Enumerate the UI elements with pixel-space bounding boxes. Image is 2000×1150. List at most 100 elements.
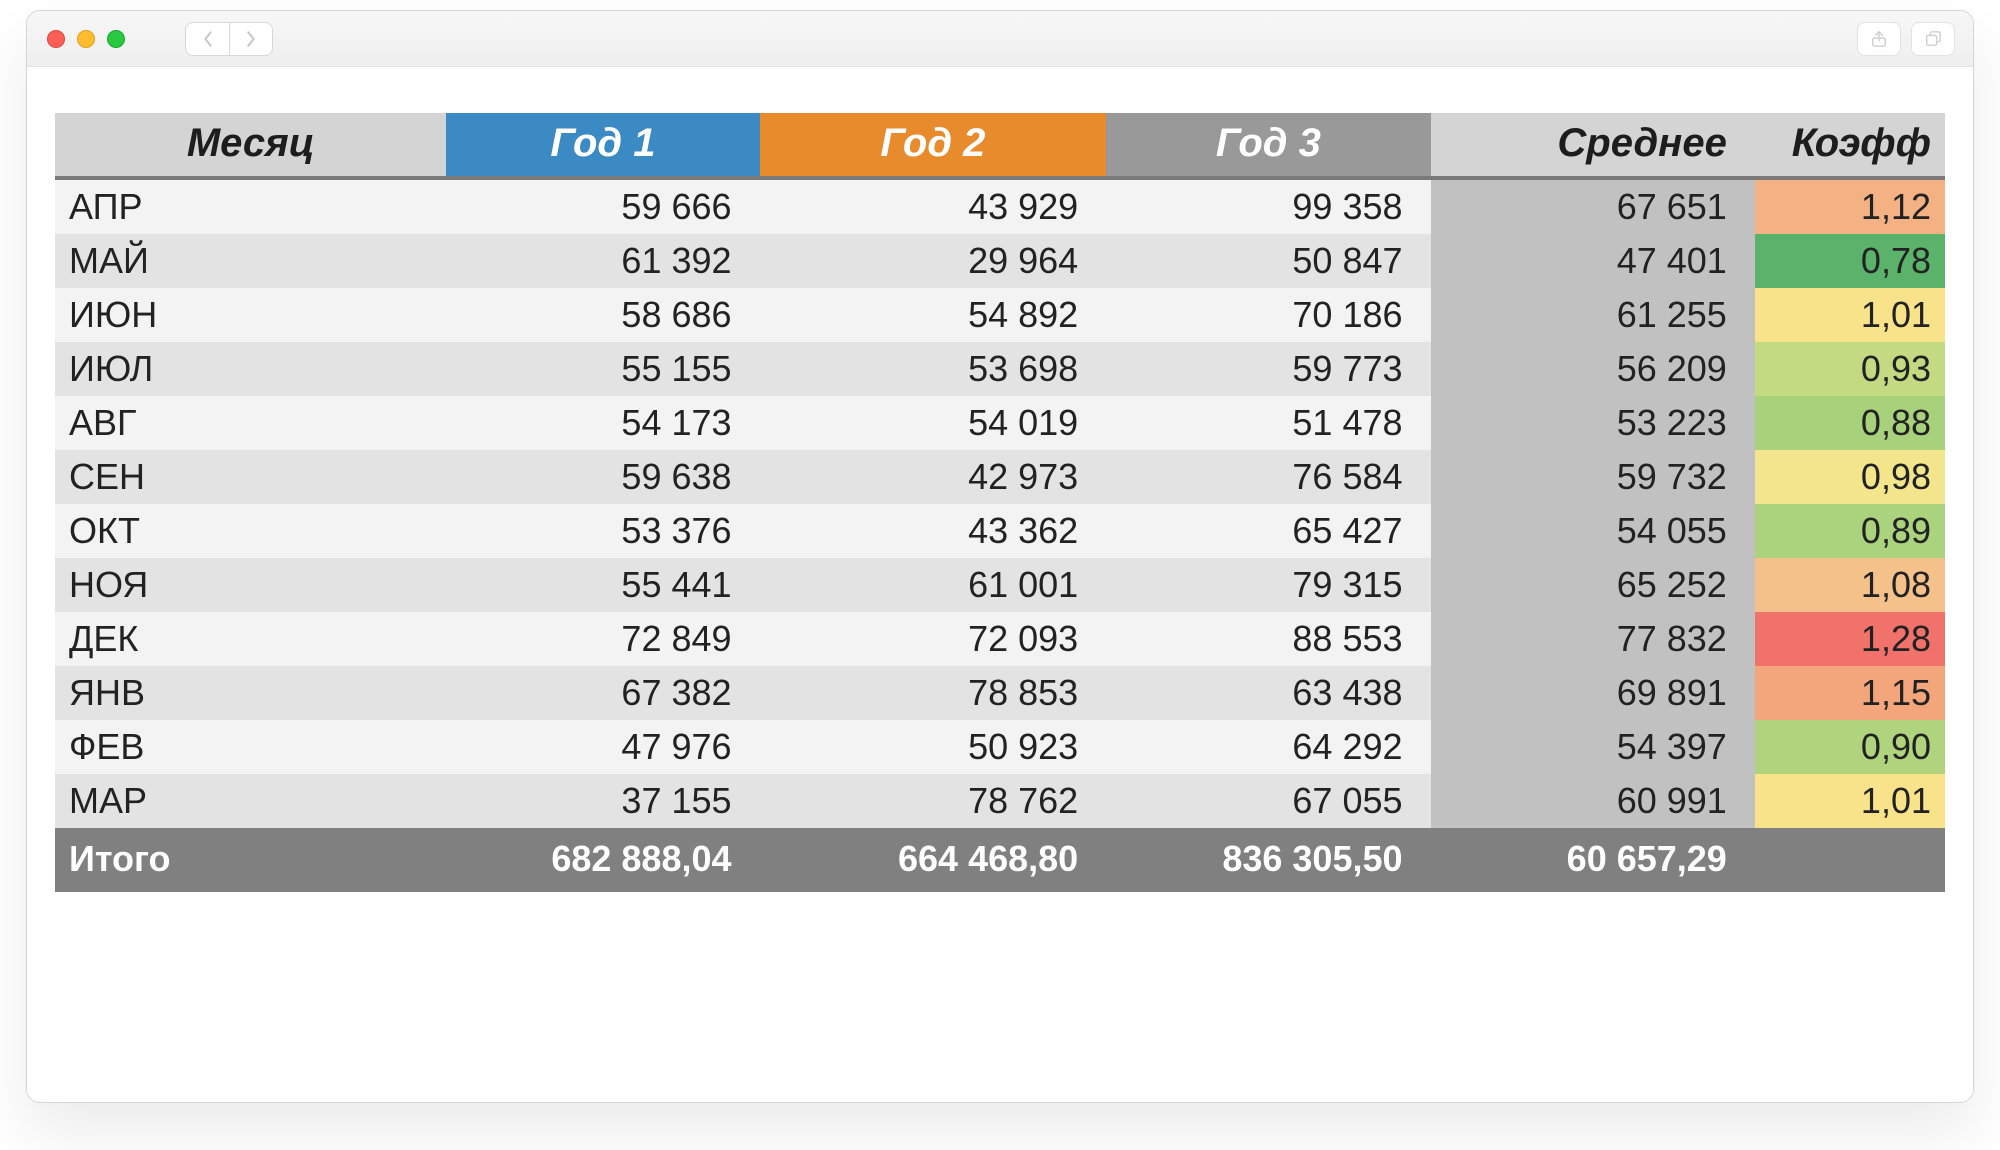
cell-year1: 67 382	[446, 666, 759, 720]
footer-year2: 664 468,80	[760, 828, 1107, 892]
footer-year1: 682 888,04	[446, 828, 759, 892]
cell-average: 61 255	[1431, 288, 1755, 342]
cell-year2: 78 762	[760, 774, 1107, 828]
cell-year2: 54 892	[760, 288, 1107, 342]
close-icon[interactable]	[47, 30, 65, 48]
cell-month: ФЕВ	[55, 720, 446, 774]
cell-average: 69 891	[1431, 666, 1755, 720]
window-controls	[47, 30, 125, 48]
cell-year3: 88 553	[1106, 612, 1430, 666]
cell-coef: 0,89	[1755, 504, 1945, 558]
cell-year3: 79 315	[1106, 558, 1430, 612]
cell-coef: 0,78	[1755, 234, 1945, 288]
cell-year1: 59 666	[446, 178, 759, 234]
cell-year2: 50 923	[760, 720, 1107, 774]
cell-average: 53 223	[1431, 396, 1755, 450]
share-icon	[1870, 30, 1888, 48]
cell-month: СЕН	[55, 450, 446, 504]
footer-label: Итого	[55, 828, 446, 892]
cell-year1: 55 155	[446, 342, 759, 396]
table-row: НОЯ55 44161 00179 31565 2521,08	[55, 558, 1945, 612]
titlebar	[27, 11, 1973, 67]
header-year1: Год 1	[446, 113, 759, 178]
windows-button[interactable]	[1911, 22, 1955, 56]
cell-month: ИЮЛ	[55, 342, 446, 396]
zoom-icon[interactable]	[107, 30, 125, 48]
cell-year2: 43 929	[760, 178, 1107, 234]
cell-month: ОКТ	[55, 504, 446, 558]
nav-buttons	[185, 22, 273, 56]
cell-average: 60 991	[1431, 774, 1755, 828]
cell-coef: 0,88	[1755, 396, 1945, 450]
cell-year2: 42 973	[760, 450, 1107, 504]
cell-coef: 0,98	[1755, 450, 1945, 504]
cell-month: МАЙ	[55, 234, 446, 288]
cell-year3: 64 292	[1106, 720, 1430, 774]
cell-year2: 43 362	[760, 504, 1107, 558]
cell-month: АВГ	[55, 396, 446, 450]
footer-row: Итого 682 888,04 664 468,80 836 305,50 6…	[55, 828, 1945, 892]
cell-coef: 1,28	[1755, 612, 1945, 666]
cell-average: 77 832	[1431, 612, 1755, 666]
cell-year3: 51 478	[1106, 396, 1430, 450]
cell-year3: 59 773	[1106, 342, 1430, 396]
cell-year1: 59 638	[446, 450, 759, 504]
cell-year2: 29 964	[760, 234, 1107, 288]
footer-year3: 836 305,50	[1106, 828, 1430, 892]
cell-coef: 1,15	[1755, 666, 1945, 720]
cell-year3: 76 584	[1106, 450, 1430, 504]
cell-year1: 72 849	[446, 612, 759, 666]
table-row: ИЮН58 68654 89270 18661 2551,01	[55, 288, 1945, 342]
table-row: ДЕК72 84972 09388 55377 8321,28	[55, 612, 1945, 666]
table-row: МАР37 15578 76267 05560 9911,01	[55, 774, 1945, 828]
header-row: Месяц Год 1 Год 2 Год 3 Среднее Коэфф	[55, 113, 1945, 178]
header-month: Месяц	[55, 113, 446, 178]
cell-month: НОЯ	[55, 558, 446, 612]
cell-year1: 37 155	[446, 774, 759, 828]
cell-coef: 1,01	[1755, 774, 1945, 828]
cell-year3: 70 186	[1106, 288, 1430, 342]
header-year2: Год 2	[760, 113, 1107, 178]
table-body: АПР59 66643 92999 35867 6511,12МАЙ61 392…	[55, 178, 1945, 828]
cell-coef: 0,93	[1755, 342, 1945, 396]
table-row: ОКТ53 37643 36265 42754 0550,89	[55, 504, 1945, 558]
forward-button[interactable]	[229, 22, 273, 56]
cell-year2: 61 001	[760, 558, 1107, 612]
cell-year2: 78 853	[760, 666, 1107, 720]
cell-year3: 50 847	[1106, 234, 1430, 288]
table-row: АВГ54 17354 01951 47853 2230,88	[55, 396, 1945, 450]
table-row: АПР59 66643 92999 35867 6511,12	[55, 178, 1945, 234]
header-average: Среднее	[1431, 113, 1755, 178]
header-year3: Год 3	[1106, 113, 1430, 178]
cell-month: ИЮН	[55, 288, 446, 342]
cell-average: 54 397	[1431, 720, 1755, 774]
data-table: Месяц Год 1 Год 2 Год 3 Среднее Коэфф АП…	[55, 113, 1945, 892]
footer-average: 60 657,29	[1431, 828, 1755, 892]
cell-month: МАР	[55, 774, 446, 828]
toolbar-right	[1857, 22, 1955, 56]
minimize-icon[interactable]	[77, 30, 95, 48]
share-button[interactable]	[1857, 22, 1901, 56]
cell-year3: 63 438	[1106, 666, 1430, 720]
cell-year1: 47 976	[446, 720, 759, 774]
table-row: ЯНВ67 38278 85363 43869 8911,15	[55, 666, 1945, 720]
cell-year3: 65 427	[1106, 504, 1430, 558]
cell-year1: 54 173	[446, 396, 759, 450]
cell-year1: 53 376	[446, 504, 759, 558]
header-coef: Коэфф	[1755, 113, 1945, 178]
back-button[interactable]	[185, 22, 229, 56]
cell-coef: 1,12	[1755, 178, 1945, 234]
cell-year3: 67 055	[1106, 774, 1430, 828]
table-row: СЕН59 63842 97376 58459 7320,98	[55, 450, 1945, 504]
cell-coef: 1,08	[1755, 558, 1945, 612]
chevron-right-icon	[245, 31, 257, 47]
cell-year2: 53 698	[760, 342, 1107, 396]
cell-average: 54 055	[1431, 504, 1755, 558]
cell-year1: 55 441	[446, 558, 759, 612]
cell-year1: 61 392	[446, 234, 759, 288]
footer-coef	[1755, 828, 1945, 892]
cell-coef: 1,01	[1755, 288, 1945, 342]
cell-average: 67 651	[1431, 178, 1755, 234]
cell-month: ЯНВ	[55, 666, 446, 720]
cell-average: 59 732	[1431, 450, 1755, 504]
